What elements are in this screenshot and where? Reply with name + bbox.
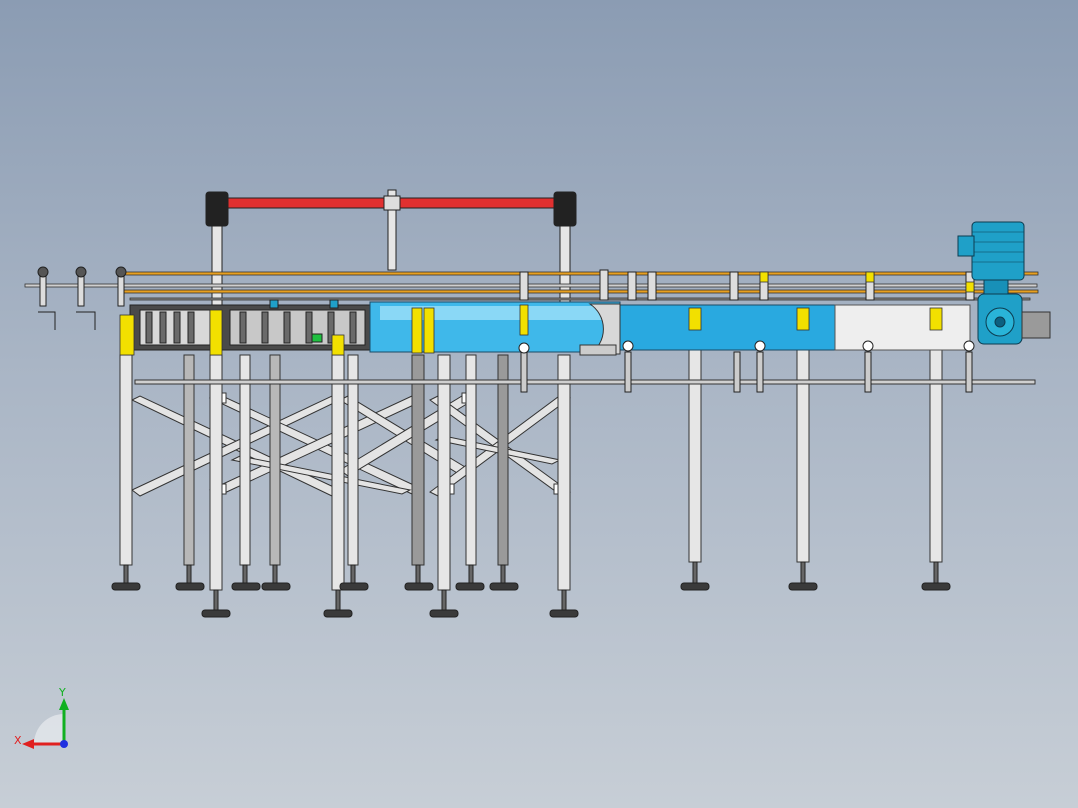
cad-viewport[interactable]: Y X bbox=[0, 0, 1078, 808]
coordinate-triad-icon: Y X bbox=[14, 686, 69, 749]
top-guide-rails bbox=[24, 271, 1039, 301]
triad-y-arrow bbox=[59, 698, 69, 710]
leveling-feet bbox=[111, 561, 951, 618]
triad-y-label: Y bbox=[58, 686, 66, 699]
gearbox-icon bbox=[977, 293, 1051, 345]
main-conveyor-bed bbox=[369, 301, 971, 356]
triad-z-axis bbox=[60, 740, 68, 748]
triad-x-arrow bbox=[22, 739, 34, 749]
lower-tie-bar bbox=[134, 379, 1036, 385]
conveyor-assembly-drawing bbox=[24, 189, 1051, 618]
triad-x-label: X bbox=[14, 734, 22, 747]
infeed-hangers bbox=[37, 266, 127, 330]
